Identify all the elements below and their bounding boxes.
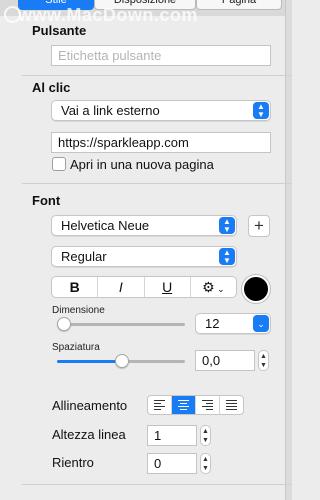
chevron-down-icon: ⌄	[214, 284, 225, 294]
spacing-value: 0,0	[202, 353, 221, 368]
line-height-label: Altezza linea	[52, 427, 126, 442]
divider	[22, 484, 291, 485]
align-center-icon	[178, 400, 189, 412]
align-left-button[interactable]	[148, 396, 172, 414]
font-family-value: Helvetica Neue	[61, 218, 150, 233]
size-slider[interactable]	[57, 323, 185, 326]
font-color-well[interactable]	[242, 275, 270, 303]
line-height-field[interactable]: 1	[147, 425, 197, 446]
align-right-button[interactable]	[196, 396, 220, 414]
indent-value: 0	[154, 456, 162, 471]
url-field[interactable]: https://sparkleapp.com	[51, 132, 271, 153]
button-label-field[interactable]: Etichetta pulsante	[51, 45, 271, 66]
text-style-segmented: B I U ⚙ ⌄	[51, 276, 237, 298]
alignment-segmented	[147, 395, 244, 415]
add-font-button[interactable]: +	[248, 215, 270, 237]
section-title-pulsante: Pulsante	[32, 23, 87, 38]
align-left-icon	[154, 400, 165, 412]
size-label: Dimensione	[52, 305, 105, 316]
font-family-select[interactable]: Helvetica Neue ▲ ▼	[51, 215, 237, 236]
spacing-stepper[interactable]: ▲ ▼	[258, 350, 269, 371]
new-page-checkbox[interactable]	[52, 157, 66, 171]
indent-field[interactable]: 0	[147, 453, 197, 474]
align-justify-icon	[226, 400, 237, 412]
font-size-combo[interactable]: 12 ⌄	[195, 313, 271, 334]
align-center-button[interactable]	[172, 396, 196, 414]
spacing-label: Spaziatura	[52, 342, 100, 353]
divider	[22, 75, 291, 76]
spacing-slider-fill	[57, 360, 121, 363]
bold-button[interactable]: B	[52, 277, 99, 297]
new-page-label: Apri in una nuova pagina	[70, 157, 214, 172]
font-weight-select[interactable]: Regular ▲ ▼	[51, 246, 237, 267]
font-weight-value: Regular	[61, 249, 107, 264]
align-justify-button[interactable]	[220, 396, 243, 414]
indent-stepper[interactable]: ▲ ▼	[200, 453, 211, 474]
tab-pagina[interactable]: Pagina	[196, 0, 282, 10]
size-slider-knob[interactable]	[57, 317, 72, 331]
button-label-placeholder: Etichetta pulsante	[58, 48, 162, 63]
section-title-font: Font	[32, 193, 61, 208]
line-height-value: 1	[154, 428, 162, 443]
url-value: https://sparkleapp.com	[58, 135, 189, 150]
section-title-al-clic: Al clic	[32, 80, 71, 95]
chevron-updown-icon: ▲ ▼	[219, 248, 235, 265]
divider	[22, 183, 291, 184]
text-options-menu[interactable]: ⚙ ⌄	[191, 277, 236, 297]
underline-button[interactable]: U	[145, 277, 191, 297]
indent-label: Rientro	[52, 455, 94, 470]
font-size-value: 12	[205, 316, 220, 331]
spacing-field[interactable]: 0,0	[195, 350, 255, 371]
spacing-slider-knob[interactable]	[115, 354, 129, 368]
click-action-value: Vai a link esterno	[61, 103, 160, 118]
align-right-icon	[202, 400, 213, 412]
chevron-down-icon: ⌄	[253, 315, 269, 332]
chevron-updown-icon: ▲ ▼	[253, 102, 269, 119]
italic-button[interactable]: I	[98, 277, 145, 297]
chevron-updown-icon: ▲ ▼	[219, 217, 235, 234]
alignment-label: Allineamento	[52, 398, 128, 413]
line-height-stepper[interactable]: ▲ ▼	[200, 425, 211, 446]
click-action-select[interactable]: Vai a link esterno ▲ ▼	[51, 100, 271, 121]
gear-icon: ⚙	[202, 279, 215, 295]
